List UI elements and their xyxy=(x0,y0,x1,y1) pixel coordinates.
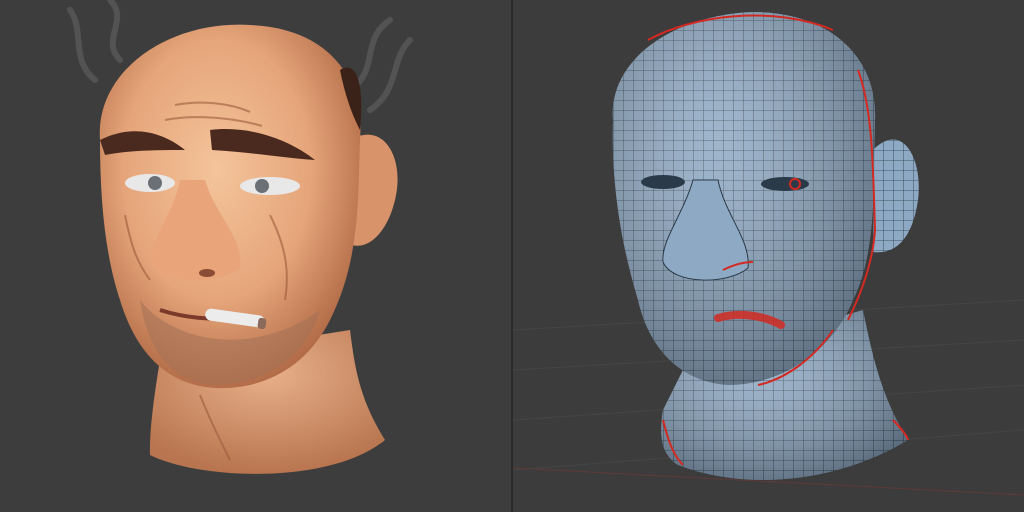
right-iris xyxy=(255,179,269,193)
mesh-left-eye xyxy=(641,175,685,189)
wireframe-panel xyxy=(513,0,1024,512)
mesh-right-eye xyxy=(761,177,809,191)
render-panel xyxy=(0,0,511,512)
nostril xyxy=(199,269,215,277)
mesh-ear xyxy=(873,139,919,253)
head xyxy=(99,24,361,389)
right-eye xyxy=(240,177,300,195)
render-illustration xyxy=(67,0,413,474)
wireframe-illustration xyxy=(513,12,1024,496)
left-iris xyxy=(148,176,162,190)
image-stage xyxy=(0,0,1024,512)
